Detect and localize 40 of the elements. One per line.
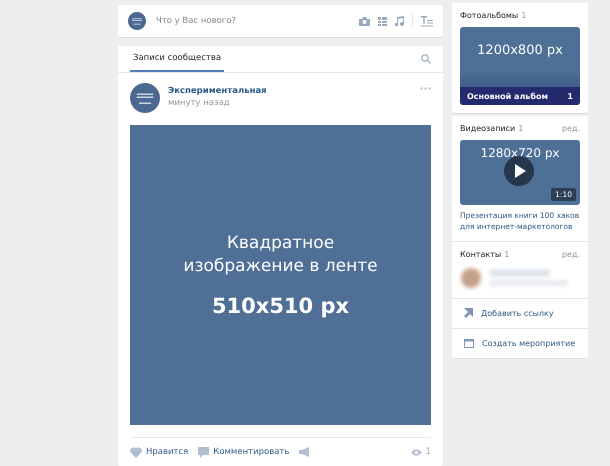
search-icon[interactable] [421, 54, 431, 64]
section-count: 1 [504, 250, 510, 259]
album-cover[interactable]: 1200x800 px Основной альбом 1 [460, 27, 580, 105]
album-name: Основной альбом [467, 92, 549, 100]
image-caption: Квадратное [226, 232, 336, 255]
contact-avatar [460, 266, 482, 290]
album-count: 1 [567, 92, 573, 100]
cover-text: 1200x800 px [477, 43, 563, 58]
avatar-icon [130, 83, 160, 113]
image-size: 510x510 px [212, 294, 350, 318]
play-icon[interactable] [504, 156, 534, 186]
section-title[interactable]: Контакты [460, 250, 502, 259]
section-title[interactable]: Видеозаписи [460, 124, 516, 133]
calendar-icon [464, 338, 474, 348]
megaphone-icon [299, 447, 310, 457]
post-time: минуту назад [168, 98, 231, 108]
comment-button[interactable]: Комментировать [198, 446, 290, 458]
heart-icon [130, 446, 142, 458]
share-button[interactable] [299, 447, 310, 457]
section-count: 1 [518, 124, 524, 133]
wall-tab[interactable]: Записи сообщества [130, 46, 224, 72]
sidebar-link[interactable]: Добавить ссылку [452, 298, 588, 328]
music-icon[interactable] [395, 16, 404, 26]
more-icon[interactable] [420, 87, 431, 90]
author-name[interactable]: Экспериментальная [168, 86, 267, 96]
view-count: 1 [425, 447, 431, 457]
section-count: 1 [521, 11, 526, 20]
arrow-icon [464, 308, 473, 318]
film-icon[interactable] [378, 16, 387, 26]
section-title[interactable]: Фотоальбомы [460, 11, 518, 20]
eye-icon [411, 448, 422, 456]
camera-icon[interactable] [359, 16, 370, 26]
comment-icon [198, 446, 210, 458]
avatar-icon [128, 12, 146, 30]
sidebar-link[interactable]: Создать мероприятие [452, 328, 588, 358]
like-button[interactable]: Нравится [130, 446, 188, 458]
post-input[interactable]: Что у Вас нового? [154, 15, 351, 27]
text-format-icon[interactable] [421, 16, 433, 26]
image-caption: изображение в ленте [183, 255, 378, 278]
cover-text: 1280x720 px [480, 146, 560, 160]
